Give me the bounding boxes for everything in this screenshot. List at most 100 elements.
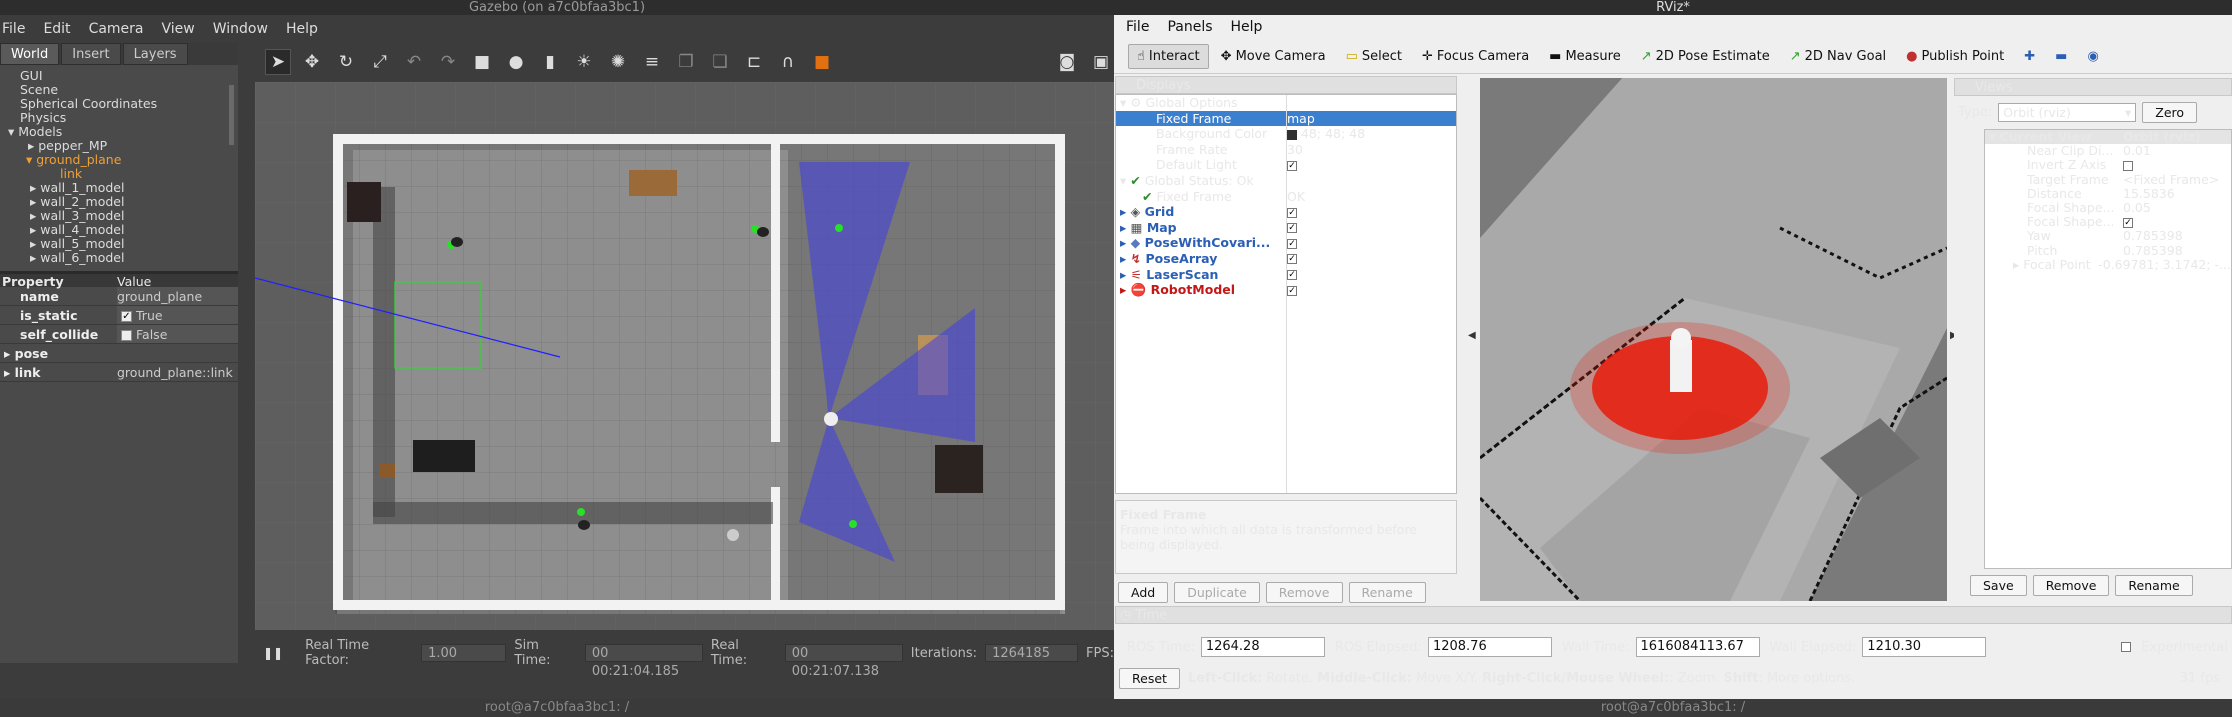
tree-item-ground-plane[interactable]: ▾ ground_plane [0, 153, 238, 167]
ros-time-field[interactable]: 1264.28 [1200, 637, 1325, 657]
save-view-button[interactable]: Save [1970, 575, 2027, 596]
duplicate-display-button[interactable]: Duplicate [1174, 582, 1260, 603]
grid-checkbox[interactable]: ✓ [1287, 207, 1297, 218]
laser-scan-checkbox[interactable]: ✓ [1287, 270, 1297, 281]
prop-row-link[interactable]: ▸ link ground_plane::link [0, 363, 238, 382]
rviz-menu-help[interactable]: Help [1231, 15, 1263, 40]
rviz-menu-file[interactable]: File [1126, 15, 1149, 40]
prop-row-pose[interactable]: ▸ pose [0, 344, 238, 363]
view-row-near-clip[interactable]: Near Clip Di... 0.01 [1985, 143, 2231, 158]
tool-move-camera[interactable]: ✥ Move Camera [1213, 45, 1334, 68]
rviz-menu-panels[interactable]: Panels [1167, 15, 1212, 40]
select-mode-icon[interactable]: ➤ [265, 49, 291, 75]
tree-item-gui[interactable]: GUI [0, 69, 238, 83]
align-icon[interactable]: ⊏ [741, 49, 767, 75]
remove-tool-icon[interactable]: ▬ [2047, 45, 2075, 68]
undo-icon[interactable]: ↶ [401, 49, 427, 75]
record-icon[interactable]: ▣ [1088, 49, 1114, 75]
pose-array-checkbox[interactable]: ✓ [1287, 254, 1297, 265]
view-row-distance[interactable]: Distance 15.5836 [1985, 186, 2231, 201]
pose-covariance-checkbox[interactable]: ✓ [1287, 238, 1297, 249]
pause-icon[interactable]: ❚❚ [263, 646, 283, 660]
menu-view[interactable]: View [160, 15, 197, 43]
tree-item-wall-6[interactable]: ▸ wall_6_model [0, 251, 238, 265]
add-display-button[interactable]: Add [1118, 582, 1169, 603]
tree-item-wall-1[interactable]: ▸ wall_1_model [0, 181, 238, 195]
tool-select[interactable]: ▭ Select [1338, 45, 1410, 68]
remove-view-button[interactable]: Remove [2032, 575, 2110, 596]
tool-2d-nav-goal[interactable]: ↗ 2D Nav Goal [1782, 45, 1894, 68]
rotate-mode-icon[interactable]: ↻ [333, 49, 359, 75]
screenshot-icon[interactable]: ◙ [1054, 49, 1080, 75]
add-tool-icon[interactable]: ✚ [2016, 45, 2043, 68]
reset-button[interactable]: Reset [1119, 668, 1180, 689]
translate-mode-icon[interactable]: ✥ [299, 49, 325, 75]
view-row-pitch[interactable]: Pitch 0.785398 [1985, 243, 2231, 258]
gazebo-3d-view[interactable] [255, 82, 1114, 630]
view-type-select[interactable]: Orbit (rviz) ▾ [1998, 103, 2137, 122]
tool-interact[interactable]: ☝ Interact [1128, 44, 1209, 69]
tool-focus-camera[interactable]: ✛ Focus Camera [1414, 45, 1537, 68]
tool-2d-pose-estimate[interactable]: ↗ 2D Pose Estimate [1633, 45, 1778, 68]
prop-row-name: name ground_plane [0, 287, 238, 306]
ros-elapsed-field[interactable]: 1208.76 [1427, 637, 1552, 657]
view-row-invert-z[interactable]: Invert Z Axis [1985, 158, 2231, 172]
view-row-yaw[interactable]: Yaw 0.785398 [1985, 229, 2231, 243]
menu-camera[interactable]: Camera [87, 15, 146, 43]
rename-display-button[interactable]: Rename [1348, 582, 1426, 603]
wall-elapsed-field[interactable]: 1210.30 [1862, 637, 1987, 657]
tree-item-scene[interactable]: Scene [0, 83, 238, 97]
menu-file[interactable]: File [0, 15, 27, 43]
change-view-icon[interactable]: ■ [809, 49, 835, 75]
tree-item-models[interactable]: ▾ Models [0, 125, 238, 139]
menu-edit[interactable]: Edit [41, 15, 72, 43]
paste-icon[interactable]: ❏ [707, 49, 733, 75]
map-checkbox[interactable]: ✓ [1287, 223, 1297, 234]
menu-help[interactable]: Help [284, 15, 320, 43]
tab-insert[interactable]: Insert [61, 43, 121, 65]
collapse-left-icon[interactable]: ◀ [1468, 330, 1476, 341]
tool-options-icon[interactable]: ◉ [2079, 45, 2106, 68]
tree-item-physics[interactable]: Physics [0, 111, 238, 125]
remove-display-button[interactable]: Remove [1265, 582, 1343, 603]
self-collide-checkbox[interactable] [121, 330, 132, 341]
view-row-focal-shape-size[interactable]: Focal Shape... 0.05 [1985, 200, 2231, 215]
tab-layers[interactable]: Layers [122, 43, 188, 65]
tree-scrollbar[interactable] [229, 85, 234, 145]
tree-item-wall-3[interactable]: ▸ wall_3_model [0, 209, 238, 223]
tree-item-pepper[interactable]: ▸ pepper_MP [0, 139, 238, 153]
tree-item-wall-4[interactable]: ▸ wall_4_model [0, 223, 238, 237]
view-row-focal-shape-fixed[interactable]: Focal Shape... ✓ [1985, 215, 2231, 229]
box-shape-icon[interactable]: ■ [469, 49, 495, 75]
view-row-current[interactable]: ▾ Current View Orbit (rviz) [1985, 129, 2231, 145]
focal-shape-checkbox[interactable]: ✓ [2123, 217, 2133, 228]
default-light-checkbox[interactable]: ✓ [1287, 160, 1297, 171]
scale-mode-icon[interactable]: ⤢ [367, 49, 393, 75]
point-light-icon[interactable]: ☀ [571, 49, 597, 75]
snap-icon[interactable]: ∩ [775, 49, 801, 75]
tool-measure[interactable]: ▬ Measure [1541, 45, 1629, 68]
sphere-shape-icon[interactable]: ● [503, 49, 529, 75]
zero-button[interactable]: Zero [2142, 102, 2198, 123]
tab-world[interactable]: World [0, 43, 60, 65]
view-row-target-frame[interactable]: Target Frame <Fixed Frame> [1985, 172, 2231, 187]
cylinder-shape-icon[interactable]: ▮ [537, 49, 563, 75]
directional-light-icon[interactable]: ≡ [639, 49, 665, 75]
tree-item-wall-2[interactable]: ▸ wall_2_model [0, 195, 238, 209]
spot-light-icon[interactable]: ✺ [605, 49, 631, 75]
is-static-checkbox[interactable]: ✓ [121, 311, 132, 322]
tree-item-spherical[interactable]: Spherical Coordinates [0, 97, 238, 111]
menu-window[interactable]: Window [211, 15, 270, 43]
copy-icon[interactable]: ❐ [673, 49, 699, 75]
rviz-3d-view[interactable] [1480, 78, 1947, 601]
wall-time-field[interactable]: 1616084113.67 [1635, 637, 1760, 657]
invert-z-checkbox[interactable] [2123, 160, 2133, 171]
experimental-checkbox[interactable] [2121, 642, 2132, 652]
robot-model-checkbox[interactable]: ✓ [1287, 285, 1297, 296]
redo-icon[interactable]: ↷ [435, 49, 461, 75]
tree-item-link[interactable]: link [0, 167, 238, 181]
view-row-focal-point[interactable]: ▸ Focal Point -0.69781; 3.1742; -... [1985, 257, 2231, 272]
rename-view-button[interactable]: Rename [2115, 575, 2193, 596]
tree-item-wall-5[interactable]: ▸ wall_5_model [0, 237, 238, 251]
tool-publish-point[interactable]: ● Publish Point [1898, 45, 2012, 68]
